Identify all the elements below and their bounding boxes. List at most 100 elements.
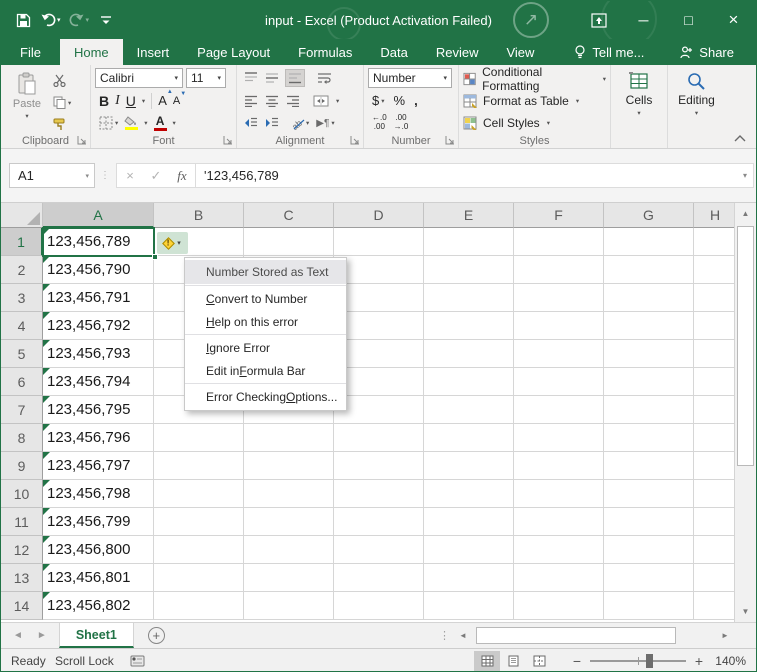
column-header-D[interactable]: D (334, 203, 424, 228)
cell-D10[interactable] (334, 480, 424, 508)
tell-me-box[interactable]: Tell me... (562, 39, 656, 65)
cancel-button[interactable]: × (117, 168, 143, 183)
cell-C10[interactable] (244, 480, 334, 508)
borders-button[interactable]: ▾ (99, 116, 118, 130)
enter-button[interactable]: ✓ (143, 168, 169, 184)
cell-H3[interactable] (694, 284, 736, 312)
cell-H6[interactable] (694, 368, 736, 396)
zoom-slider-handle[interactable] (646, 654, 653, 668)
horizontal-scrollbar-thumb[interactable] (476, 627, 676, 644)
scroll-left-button[interactable]: ◄ (454, 631, 472, 640)
tab-insert[interactable]: Insert (123, 39, 184, 65)
cell-E1[interactable] (424, 228, 514, 256)
number-format-combo[interactable]: Number ▾ (368, 68, 452, 88)
text-direction-button[interactable]: ▶¶ ▾ (316, 118, 334, 129)
cell-E4[interactable] (424, 312, 514, 340)
cell-D2[interactable] (334, 256, 424, 284)
cell-C1[interactable] (244, 228, 334, 256)
cell-E10[interactable] (424, 480, 514, 508)
cell-H13[interactable] (694, 564, 736, 592)
sheet-tab-sheet1[interactable]: Sheet1 (59, 623, 134, 648)
cell-G3[interactable] (604, 284, 694, 312)
cell-A10[interactable]: 123,456,798 (43, 480, 154, 508)
next-sheet-button[interactable]: ► (37, 630, 47, 641)
cell-C14[interactable] (244, 592, 334, 620)
new-sheet-button[interactable]: + (148, 627, 165, 644)
column-header-C[interactable]: C (244, 203, 334, 228)
align-left-icon[interactable] (244, 95, 258, 107)
cell-G10[interactable] (604, 480, 694, 508)
cell-D14[interactable] (334, 592, 424, 620)
customize-qat-button[interactable] (94, 5, 118, 35)
cell-H5[interactable] (694, 340, 736, 368)
cell-F7[interactable] (514, 396, 604, 424)
fill-color-dropdown-icon[interactable]: ▾ (144, 119, 147, 127)
cell-D7[interactable] (334, 396, 424, 424)
cell-G4[interactable] (604, 312, 694, 340)
cell-A11[interactable]: 123,456,799 (43, 508, 154, 536)
cell-C12[interactable] (244, 536, 334, 564)
select-all-corner[interactable] (1, 203, 43, 228)
cell-G5[interactable] (604, 340, 694, 368)
cell-H4[interactable] (694, 312, 736, 340)
expand-formula-bar-icon[interactable]: ▾ (743, 171, 753, 180)
menu-item-convert-to-number[interactable]: Convert to Number (185, 287, 346, 310)
cell-H12[interactable] (694, 536, 736, 564)
cell-E6[interactable] (424, 368, 514, 396)
close-button[interactable]: × (711, 1, 756, 39)
cell-E13[interactable] (424, 564, 514, 592)
font-name-combo[interactable]: Calibri ▾ (95, 68, 183, 88)
format-painter-button[interactable] (53, 116, 71, 133)
align-center-icon[interactable] (265, 95, 279, 107)
clipboard-dialog-launcher[interactable] (77, 135, 87, 145)
share-button[interactable]: Share (658, 39, 756, 65)
cell-E2[interactable] (424, 256, 514, 284)
increase-font-size-button[interactable]: A▲ (158, 93, 167, 108)
cell-G8[interactable] (604, 424, 694, 452)
cell-E5[interactable] (424, 340, 514, 368)
increase-indent-icon[interactable] (265, 117, 279, 129)
cell-A7[interactable]: 123,456,795 (43, 396, 154, 424)
cell-F10[interactable] (514, 480, 604, 508)
scroll-right-button[interactable]: ► (716, 631, 734, 640)
row-header-8[interactable]: 8 (1, 424, 43, 452)
cell-F3[interactable] (514, 284, 604, 312)
cell-styles-button[interactable]: Cell Styles ▾ (463, 113, 606, 132)
save-button[interactable] (11, 5, 35, 35)
column-header-A[interactable]: A (43, 203, 154, 228)
decrease-indent-icon[interactable] (244, 117, 258, 129)
tab-scrollbar-splitter[interactable]: ⋮ (435, 623, 454, 648)
column-header-E[interactable]: E (424, 203, 514, 228)
cell-D5[interactable] (334, 340, 424, 368)
cell-F5[interactable] (514, 340, 604, 368)
cell-G14[interactable] (604, 592, 694, 620)
cell-F6[interactable] (514, 368, 604, 396)
merge-center-icon[interactable] (313, 95, 329, 107)
column-header-G[interactable]: G (604, 203, 694, 228)
cell-F14[interactable] (514, 592, 604, 620)
tab-view[interactable]: View (492, 39, 548, 65)
cell-C9[interactable] (244, 452, 334, 480)
cell-B12[interactable] (154, 536, 244, 564)
cell-E7[interactable] (424, 396, 514, 424)
column-header-H[interactable]: H (694, 203, 736, 228)
copy-button[interactable]: ▾ (53, 94, 71, 111)
tab-page-layout[interactable]: Page Layout (183, 39, 284, 65)
cell-E8[interactable] (424, 424, 514, 452)
menu-item-edit-in-formula-bar[interactable]: Edit in Formula Bar (185, 359, 346, 382)
row-header-14[interactable]: 14 (1, 592, 43, 620)
fill-color-button[interactable] (124, 116, 138, 130)
cell-E3[interactable] (424, 284, 514, 312)
horizontal-scrollbar[interactable]: ◄ ► (454, 623, 734, 648)
zoom-level[interactable]: 140% (710, 654, 756, 668)
underline-dropdown-icon[interactable]: ▾ (142, 97, 145, 105)
cell-G7[interactable] (604, 396, 694, 424)
tab-review[interactable]: Review (422, 39, 493, 65)
tab-home[interactable]: Home (60, 39, 123, 65)
cell-H11[interactable] (694, 508, 736, 536)
page-layout-view-button[interactable] (500, 651, 526, 671)
bold-button[interactable]: B (99, 93, 109, 109)
menu-item-ignore-error[interactable]: Ignore Error (185, 336, 346, 359)
name-box[interactable]: A1 ▾ (9, 163, 95, 188)
align-top-icon[interactable] (244, 72, 258, 84)
